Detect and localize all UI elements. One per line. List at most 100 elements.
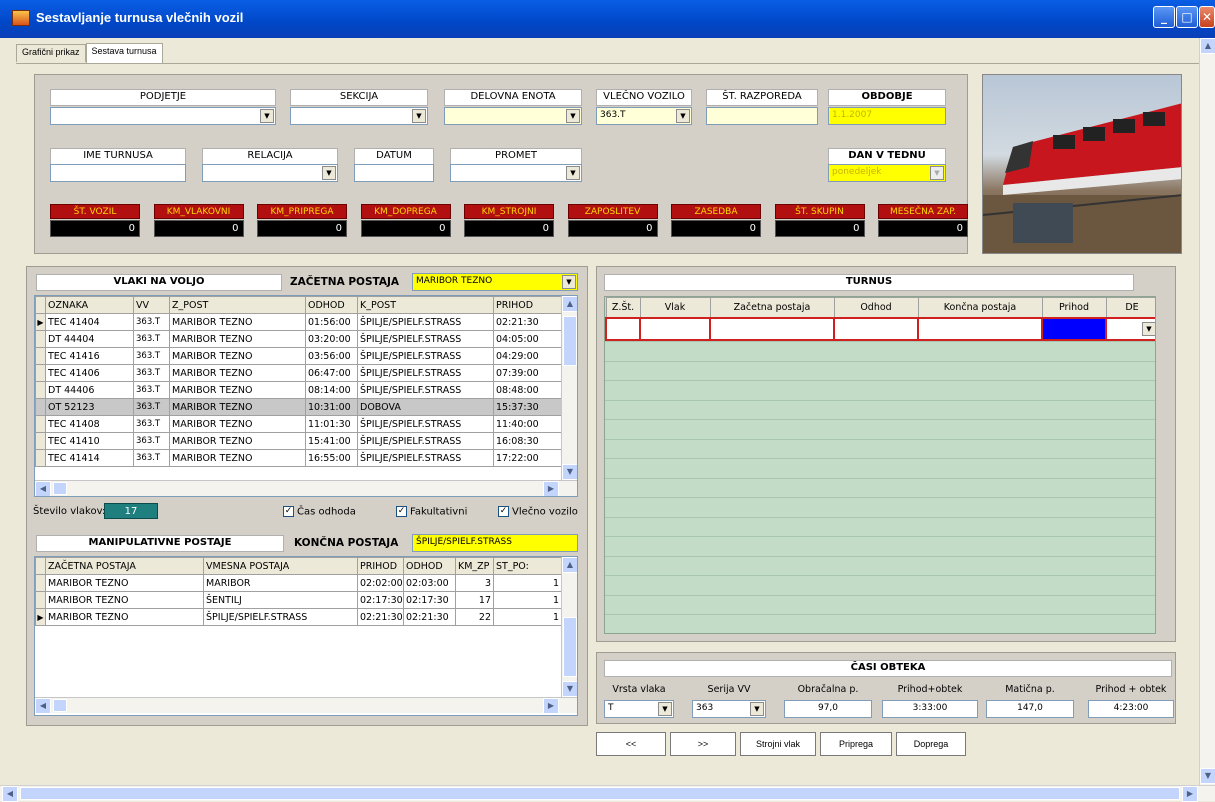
scroll-right-icon[interactable]: ▶	[543, 481, 559, 496]
scroll-thumb[interactable]	[53, 699, 67, 712]
trains-col-header[interactable]: ODHOD	[305, 296, 358, 314]
manip-col-header[interactable]: PRIHOD	[357, 557, 404, 575]
ime-turnusa-field[interactable]	[50, 164, 186, 182]
checkbox-icon[interactable]: ✓	[283, 506, 294, 517]
scroll-right-icon[interactable]: ▶	[1182, 786, 1198, 802]
table-row[interactable]: ▶ TEC 41404 363.T MARIBOR TEZNO 01:56:00 ŠPIL…	[35, 313, 562, 331]
scroll-left-icon[interactable]: ◀	[35, 481, 51, 496]
prev-button[interactable]: <<	[596, 732, 666, 756]
trains-col-header[interactable]: Z_POST	[169, 296, 306, 314]
delovna-enota-select[interactable]: ▼	[444, 107, 582, 125]
turnus-col-header[interactable]: Začetna postaja	[709, 297, 835, 318]
casi-field-1[interactable]: 363 ▼	[692, 700, 766, 718]
chevron-down-icon[interactable]: ▼	[322, 166, 336, 180]
chevron-down-icon[interactable]: ▼	[260, 109, 274, 123]
scroll-thumb[interactable]	[53, 482, 67, 495]
manip-col-header[interactable]: ODHOD	[403, 557, 456, 575]
window-vscroll[interactable]: ▲ ▼	[1199, 38, 1215, 786]
trains-col-header[interactable]: PRIHOD	[493, 296, 562, 314]
turnus-cell[interactable]	[639, 316, 711, 341]
trains-col-header[interactable]: K_POST	[357, 296, 494, 314]
turnus-col-header[interactable]: DE	[1105, 297, 1155, 318]
obdobje-field[interactable]: 1.1.2007	[828, 107, 946, 125]
table-row[interactable]: DT 44406 363.T MARIBOR TEZNO 08:14:00 ŠPILJE…	[35, 381, 562, 399]
manip-col-header[interactable]: KM_ZP	[455, 557, 494, 575]
priprega-button[interactable]: Priprega	[820, 732, 892, 756]
scroll-down-icon[interactable]: ▼	[1200, 768, 1215, 784]
end-station-field[interactable]: ŠPILJE/SPIELF.STRASS	[412, 534, 578, 552]
table-row[interactable]: OT 52123 363.T MARIBOR TEZNO 10:31:00 DOBOVA…	[35, 398, 562, 416]
scroll-thumb[interactable]	[20, 787, 1180, 800]
manip-col-header[interactable]: ZAČETNA POSTAJA	[45, 557, 204, 575]
check-fakultativni[interactable]: ✓ Fakultativni	[396, 506, 467, 518]
table-row[interactable]: TEC 41408 363.T MARIBOR TEZNO 11:01:30 ŠPILJ…	[35, 415, 562, 433]
scroll-left-icon[interactable]: ◀	[35, 698, 51, 714]
turnus-edit-row[interactable]: ▼	[605, 316, 1155, 341]
turnus-col-header[interactable]: Prihod	[1041, 297, 1107, 318]
check-cas-odhoda[interactable]: ✓ Čas odhoda	[283, 506, 356, 518]
scroll-down-icon[interactable]: ▼	[562, 464, 577, 480]
turnus-cell[interactable]	[833, 316, 919, 341]
doprega-button[interactable]: Doprega	[896, 732, 966, 756]
maximize-button[interactable]: □	[1176, 6, 1198, 28]
chevron-down-icon[interactable]: ▼	[1142, 321, 1155, 336]
close-button[interactable]: ✕	[1199, 6, 1215, 28]
turnus-cell[interactable]	[1041, 316, 1107, 341]
tab-sestava-turnusa[interactable]: Sestava turnusa	[85, 43, 163, 63]
manip-col-header[interactable]: VMESNA POSTAJA	[203, 557, 358, 575]
check-vlecno-vozilo[interactable]: ✓ Vlečno vozilo	[498, 506, 578, 518]
trains-col-header[interactable]: VV	[133, 296, 170, 314]
relacija-select[interactable]: ▼	[202, 164, 338, 182]
chevron-down-icon[interactable]: ▼	[562, 275, 576, 289]
vlecno-vozilo-select[interactable]: 363.T ▼	[596, 107, 692, 125]
turnus-de-select[interactable]: ▼	[1105, 316, 1155, 341]
scroll-up-icon[interactable]: ▲	[562, 296, 577, 312]
scroll-down-icon[interactable]: ▼	[562, 681, 577, 697]
turnus-col-header[interactable]: Z.Št.	[605, 297, 641, 318]
strojni-vlak-button[interactable]: Strojni vlak	[740, 732, 816, 756]
dan-v-tednu-select[interactable]: ponedeljek ▼	[828, 164, 946, 182]
next-button[interactable]: >>	[670, 732, 736, 756]
scroll-right-icon[interactable]: ▶	[543, 698, 559, 714]
chevron-down-icon[interactable]: ▼	[930, 166, 944, 180]
casi-field-5[interactable]: 4:23:00	[1088, 700, 1174, 718]
scroll-up-icon[interactable]: ▲	[1200, 38, 1215, 54]
checkbox-icon[interactable]: ✓	[498, 506, 509, 517]
manip-hscroll[interactable]: ◀ ▶	[35, 697, 577, 714]
datum-field[interactable]	[354, 164, 434, 182]
chevron-down-icon[interactable]: ▼	[566, 109, 580, 123]
chevron-down-icon[interactable]: ▼	[412, 109, 426, 123]
scroll-thumb[interactable]	[563, 617, 577, 677]
table-row[interactable]: MARIBOR TEZNO MARIBOR 02:02:00 02:03:00 3 1	[35, 574, 562, 592]
turnus-cell[interactable]	[605, 316, 641, 341]
table-row[interactable]: TEC 41416 363.T MARIBOR TEZNO 03:56:00 ŠPILJ…	[35, 347, 562, 365]
scroll-left-icon[interactable]: ◀	[2, 786, 18, 802]
casi-field-2[interactable]: 97,0	[784, 700, 872, 718]
table-row[interactable]: TEC 41406 363.T MARIBOR TEZNO 06:47:00 ŠPILJ…	[35, 364, 562, 382]
table-row[interactable]: MARIBOR TEZNO ŠENTILJ 02:17:30 02:17:30 17 1	[35, 591, 562, 609]
casi-field-3[interactable]: 3:33:00	[882, 700, 978, 718]
sekcija-select[interactable]: ▼	[290, 107, 428, 125]
turnus-col-header[interactable]: Končna postaja	[917, 297, 1043, 318]
trains-hscroll[interactable]: ◀ ▶	[35, 480, 577, 496]
st-razporeda-field[interactable]	[706, 107, 818, 125]
casi-field-0[interactable]: T ▼	[604, 700, 674, 718]
casi-field-4[interactable]: 147,0	[986, 700, 1074, 718]
chevron-down-icon[interactable]: ▼	[750, 702, 764, 716]
checkbox-icon[interactable]: ✓	[396, 506, 407, 517]
turnus-cell[interactable]	[709, 316, 835, 341]
chevron-down-icon[interactable]: ▼	[676, 109, 690, 123]
scroll-up-icon[interactable]: ▲	[562, 557, 577, 573]
podjetje-select[interactable]: ▼	[50, 107, 276, 125]
start-station-select[interactable]: MARIBOR TEZNO ▼	[412, 273, 578, 291]
tab-graficni-prikaz[interactable]: Grafični prikaz	[16, 44, 86, 62]
trains-vscroll[interactable]: ▲ ▼	[561, 296, 577, 480]
table-row[interactable]: ▶ MARIBOR TEZNO ŠPILJE/SPIELF.STRASS 02:21:…	[35, 608, 562, 626]
promet-select[interactable]: ▼	[450, 164, 582, 182]
manip-vscroll[interactable]: ▲ ▼	[561, 557, 577, 697]
turnus-col-header[interactable]: Vlak	[639, 297, 711, 318]
table-row[interactable]: DT 44404 363.T MARIBOR TEZNO 03:20:00 ŠPILJE…	[35, 330, 562, 348]
table-row[interactable]: TEC 41410 363.T MARIBOR TEZNO 15:41:00 ŠPILJ…	[35, 432, 562, 450]
chevron-down-icon[interactable]: ▼	[566, 166, 580, 180]
minimize-button[interactable]: _	[1153, 6, 1175, 28]
